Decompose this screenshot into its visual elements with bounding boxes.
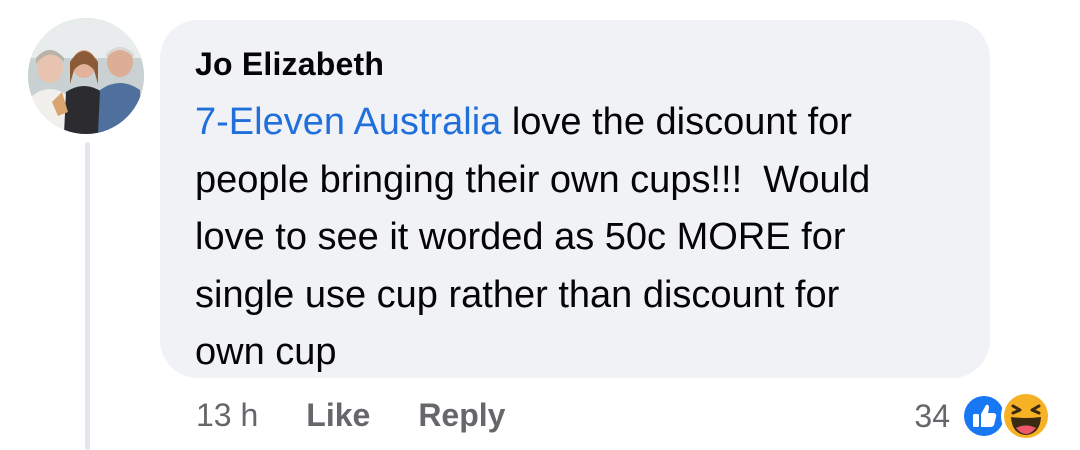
haha-icon: [1000, 390, 1052, 447]
comment-line-text: love the discount for: [501, 101, 852, 143]
comment-actions: 13 h Like Reply: [196, 397, 505, 434]
comment-line: people bringing their own cups!!! Would: [195, 158, 871, 201]
comment-text: 7-Eleven Australia love the discount for…: [195, 94, 975, 382]
reaction-count[interactable]: 34: [914, 398, 950, 435]
timestamp[interactable]: 13 h: [196, 397, 258, 434]
comment-author[interactable]: Jo Elizabeth: [195, 46, 384, 83]
comment-line: own cup: [195, 331, 337, 373]
reaction-icons[interactable]: [960, 390, 1051, 442]
mention-link[interactable]: 7-Eleven Australia: [195, 101, 501, 143]
thread-line: [85, 142, 90, 450]
comment-bubble: Jo Elizabeth 7-Eleven Australia love the…: [160, 20, 990, 378]
comment-line: 7-Eleven Australia love the discount for: [195, 94, 975, 152]
reply-button[interactable]: Reply: [418, 397, 505, 434]
avatar[interactable]: [28, 18, 144, 134]
comment-line: single use cup rather than discount for: [195, 273, 840, 316]
like-button[interactable]: Like: [306, 397, 370, 434]
comment-line: love to see it worded as 50c MORE for: [195, 216, 846, 258]
reactions-summary[interactable]: 34: [914, 390, 1051, 442]
